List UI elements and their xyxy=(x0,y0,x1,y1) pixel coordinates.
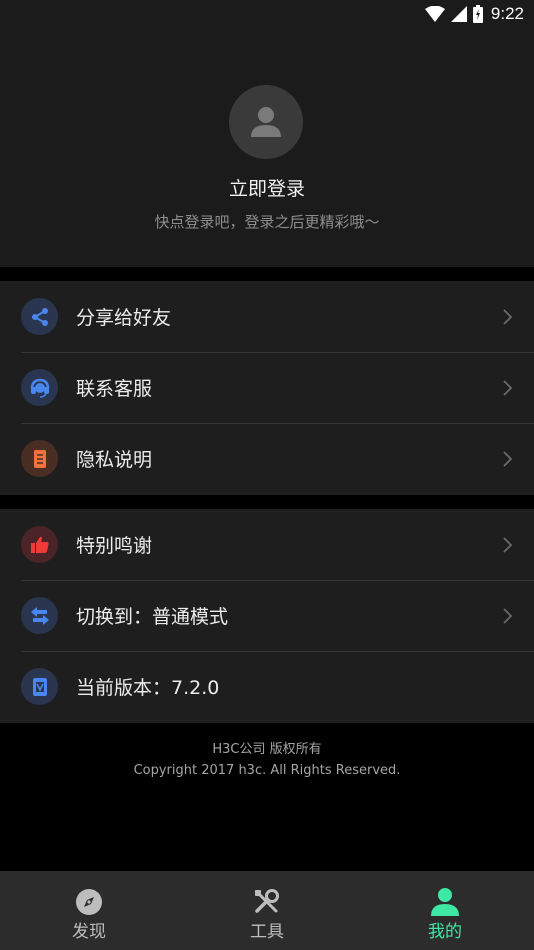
login-title[interactable]: 立即登录 xyxy=(0,174,534,201)
tab-discover[interactable]: 发现 xyxy=(0,871,178,950)
signal-icon xyxy=(450,6,467,22)
version-icon-badge xyxy=(21,668,58,705)
chevron-right-icon xyxy=(503,380,513,396)
headset-icon xyxy=(30,378,49,398)
menu-item-label: 分享给好友 xyxy=(76,307,172,329)
compass-icon xyxy=(73,887,105,917)
tools-icon xyxy=(251,887,283,917)
tab-label: 工具 xyxy=(250,922,284,942)
version-label: 当前版本：7.2.0 xyxy=(76,677,220,699)
menu-item-label: 特别鸣谢 xyxy=(76,535,153,557)
menu-item-label: 联系客服 xyxy=(76,378,153,400)
tab-mine[interactable]: 我的 xyxy=(356,871,534,950)
menu-group-1: 分享给好友 联系客服 隐私说明 xyxy=(0,281,534,495)
menu-item-version: 当前版本：7.2.0 xyxy=(0,651,534,722)
document-icon xyxy=(33,449,46,468)
chevron-right-icon xyxy=(503,309,513,325)
headset-icon-badge xyxy=(21,369,58,406)
share-icon xyxy=(31,307,48,326)
chevron-right-icon xyxy=(503,537,513,553)
menu-item-thanks[interactable]: 特别鸣谢 xyxy=(0,509,534,580)
menu-item-label: 隐私说明 xyxy=(76,449,153,471)
menu-group-2: 特别鸣谢 切换到：普通模式 当前版本：7.2.0 xyxy=(0,509,534,723)
copyright-notice: Copyright 2017 h3c. All Rights Reserved. xyxy=(133,763,401,778)
document-icon-badge xyxy=(21,440,58,477)
menu-item-label: 切换到：普通模式 xyxy=(76,606,229,628)
thumbs-up-icon-badge xyxy=(21,526,58,563)
status-time: 9:22 xyxy=(490,4,524,23)
status-icons: 9:22 xyxy=(424,3,524,25)
menu-item-contact-service[interactable]: 联系客服 xyxy=(0,352,534,423)
chevron-right-icon xyxy=(503,608,513,624)
menu-item-switch-mode[interactable]: 切换到：普通模式 xyxy=(0,580,534,651)
switch-arrows-icon xyxy=(30,606,49,625)
share-icon-badge xyxy=(21,298,58,335)
status-bar: 9:22 xyxy=(0,0,534,28)
tab-label: 发现 xyxy=(72,922,106,942)
tab-tools[interactable]: 工具 xyxy=(178,871,356,950)
tab-label: 我的 xyxy=(428,922,462,942)
menu-item-privacy[interactable]: 隐私说明 xyxy=(0,423,534,494)
copyright-company: H3C公司 版权所有 xyxy=(212,742,322,757)
menu-item-share[interactable]: 分享给好友 xyxy=(0,281,534,352)
version-icon xyxy=(32,677,47,696)
person-icon xyxy=(429,887,461,917)
thumbs-up-icon xyxy=(30,536,49,553)
person-icon xyxy=(251,107,281,137)
battery-icon xyxy=(472,5,483,23)
bottom-tab-bar: 发现 工具 我的 xyxy=(0,871,534,950)
profile-header[interactable]: 立即登录 快点登录吧，登录之后更精彩哦～ xyxy=(0,28,534,267)
chevron-right-icon xyxy=(503,451,513,467)
wifi-icon xyxy=(424,6,445,22)
login-subtitle: 快点登录吧，登录之后更精彩哦～ xyxy=(154,213,380,231)
avatar[interactable] xyxy=(229,85,303,159)
switch-arrows-icon-badge xyxy=(21,597,58,634)
